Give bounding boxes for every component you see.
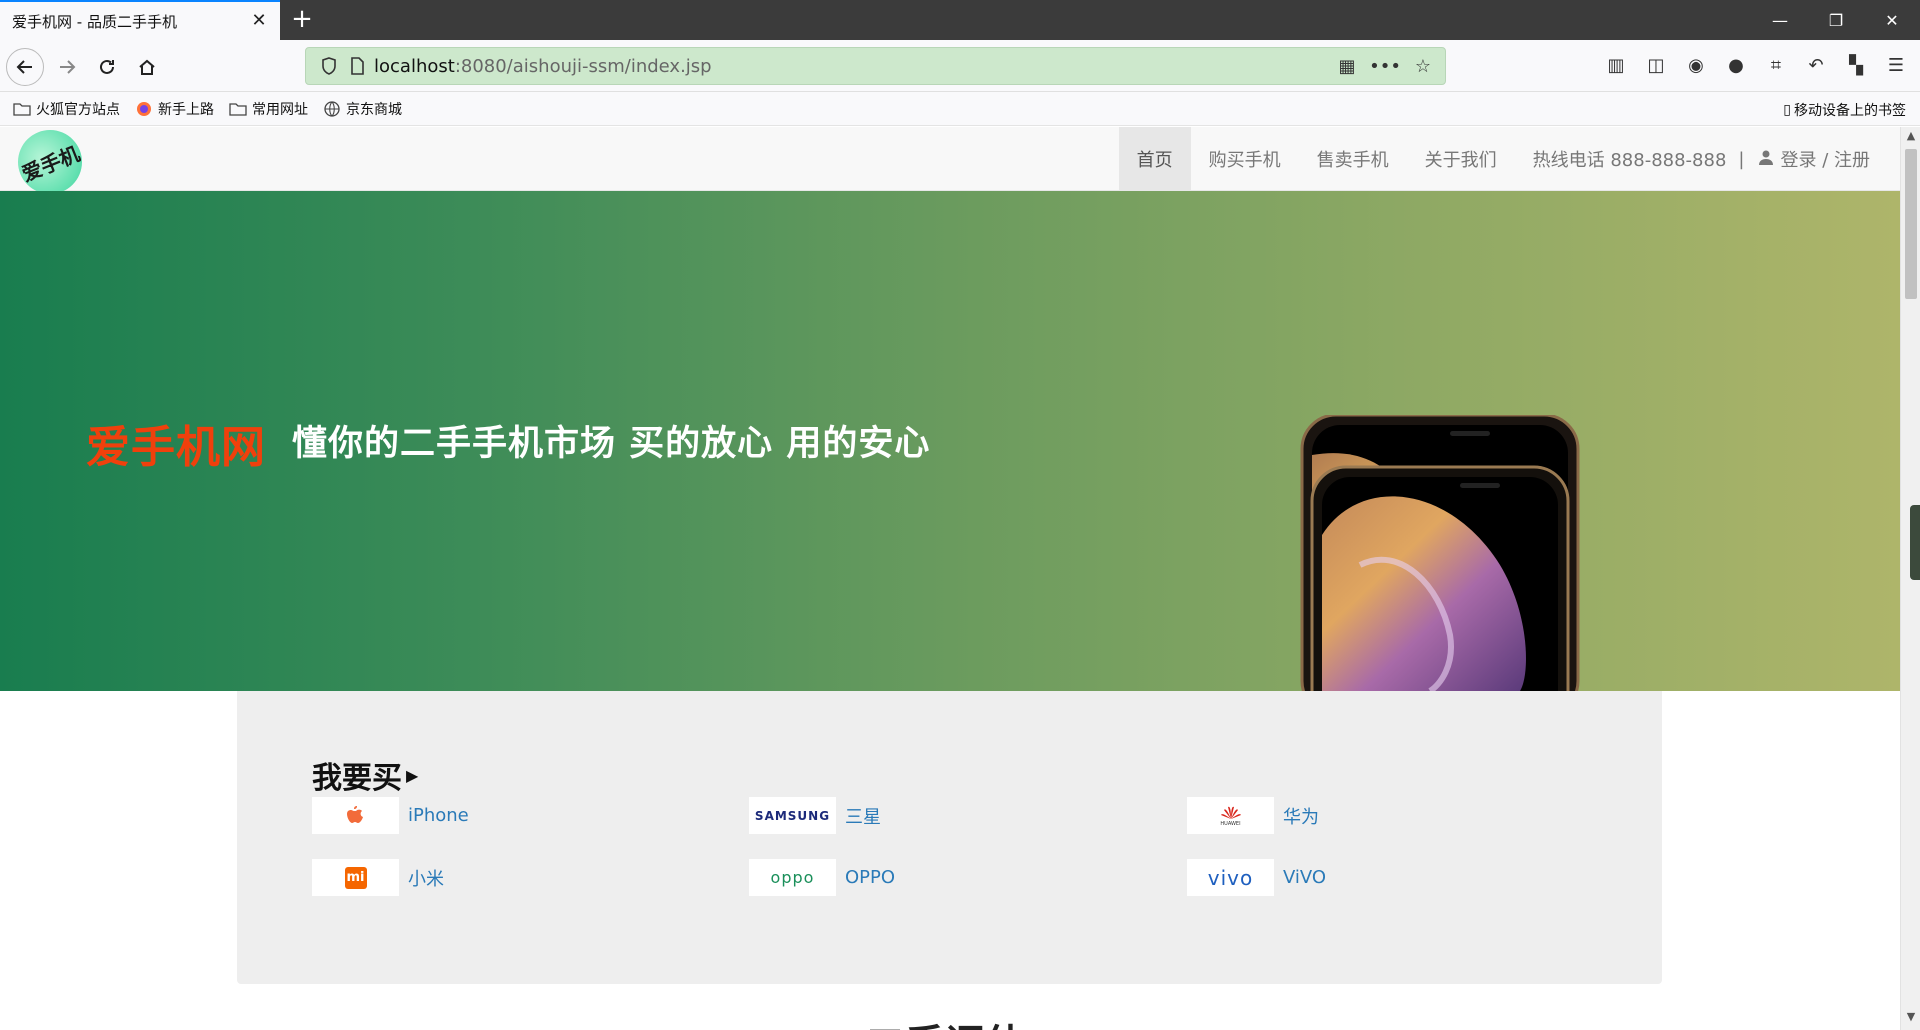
mobile-bookmarks[interactable]: ▯ 移动设备上的书签 (1783, 100, 1906, 120)
nav-hotline: 热线电话 888-888-888 (1532, 150, 1727, 171)
bookmark-item[interactable]: 京东商城 (322, 99, 402, 119)
qr-code-icon[interactable]: ▦ (1335, 54, 1359, 78)
brand-vivo[interactable]: vivo ViVO (1187, 859, 1326, 896)
account-icon[interactable]: ◉ (1682, 50, 1710, 80)
page-info-icon[interactable] (346, 55, 368, 77)
caret-right-icon: ▶ (406, 765, 419, 785)
brand-xiaomi[interactable]: mi 小米 (312, 859, 444, 896)
home-button[interactable] (128, 48, 166, 86)
brand-huawei[interactable]: HUAWEI 华为 (1187, 797, 1319, 834)
tab-title: 爱手机网 - 品质二手手机 (12, 12, 177, 31)
bookmark-item[interactable]: 常用网址 (228, 99, 308, 119)
vivo-logo: vivo (1187, 859, 1274, 896)
brand-samsung[interactable]: SAMSUNG 三星 (749, 797, 881, 834)
scrollbar-thumb[interactable] (1905, 149, 1917, 299)
home-icon (139, 59, 155, 75)
scroll-up-icon[interactable]: ▲ (1901, 129, 1920, 147)
folder-icon (12, 99, 32, 119)
minimize-icon[interactable]: — (1752, 0, 1808, 40)
user-icon (1758, 149, 1774, 170)
samsung-logo: SAMSUNG (749, 797, 836, 834)
url-host: localhost (374, 55, 455, 77)
brand-name: ViVO (1283, 867, 1327, 888)
menu-icon[interactable]: ☰ (1882, 50, 1910, 80)
address-bar[interactable]: localhost :8080/aishouji-ssm/index.jsp ▦… (305, 47, 1446, 85)
bookmark-label: 新手上路 (158, 101, 214, 118)
folder-icon (228, 99, 248, 119)
hero-banner: 爱手机网 懂你的二手手机市场 买的放心 用的安心 (0, 191, 1900, 691)
buy-section-title[interactable]: 我要买 ▶ (312, 753, 418, 797)
page-viewport: 爱手机 首页 购买手机 售卖手机 关于我们 热线电话 888-888-888 |… (0, 127, 1900, 1030)
site-header: 爱手机 首页 购买手机 售卖手机 关于我们 热线电话 888-888-888 |… (0, 127, 1900, 204)
nav-separator: | (1738, 148, 1745, 170)
chat-icon[interactable]: ● (1722, 50, 1750, 80)
brand-name: 华为 (1283, 806, 1319, 828)
apple-logo-icon (312, 797, 399, 834)
buy-title-text: 我要买 (312, 761, 402, 796)
buy-panel: 我要买 ▶ iPhone SAMSUNG 三星 HUAWEI 华为 mi 小米 … (237, 691, 1662, 984)
hero-slogan: 懂你的二手手机市场 买的放心 用的安心 (292, 424, 931, 464)
mi-logo-icon: mi (312, 859, 399, 896)
navigation-toolbar: localhost :8080/aishouji-ssm/index.jsp ▦… (0, 40, 1920, 92)
logo-text: 爱手机 (18, 141, 83, 186)
nav-buy[interactable]: 购买手机 (1191, 127, 1299, 191)
bookmark-item[interactable]: 新手上路 (134, 99, 214, 119)
login-label: 登录 / 注册 (1780, 150, 1870, 171)
forward-button[interactable] (48, 48, 86, 86)
iphone-image (1300, 415, 1580, 691)
nav-login[interactable]: 登录 / 注册 (1750, 127, 1888, 191)
nav-sell[interactable]: 售卖手机 (1299, 127, 1407, 191)
extensions-icon[interactable]: ▚ (1842, 50, 1870, 80)
more-actions-icon[interactable]: ••• (1369, 54, 1401, 78)
new-tab-icon[interactable]: + (286, 4, 318, 36)
bookmark-star-icon[interactable]: ☆ (1411, 54, 1435, 78)
bookmark-label: 火狐官方站点 (36, 101, 120, 118)
screenshot-icon[interactable]: ⌗ (1762, 50, 1790, 80)
nav-about[interactable]: 关于我们 (1407, 127, 1515, 191)
reload-button[interactable] (88, 48, 126, 86)
bookmark-item[interactable]: 火狐官方站点 (12, 99, 120, 119)
tab-bar: 爱手机网 - 品质二手手机 ✕ + — ❐ ✕ (0, 0, 1920, 40)
reload-icon (100, 59, 114, 74)
brand-name: OPPO (845, 867, 896, 888)
oppo-logo: oppo (749, 859, 836, 896)
bookmark-label: 常用网址 (252, 101, 308, 118)
back-button[interactable] (6, 48, 44, 86)
globe-icon (322, 99, 342, 119)
nav-home[interactable]: 首页 (1118, 127, 1191, 191)
library-icon[interactable]: ▥ (1602, 50, 1630, 80)
back-arrow-icon (16, 60, 32, 74)
mobile-bookmarks-label: 移动设备上的书签 (1794, 103, 1906, 119)
sidebar-icon[interactable]: ◫ (1642, 50, 1670, 80)
close-window-icon[interactable]: ✕ (1864, 0, 1920, 40)
mobile-device-icon: ▯ (1783, 102, 1791, 118)
site-nav: 首页 购买手机 售卖手机 关于我们 热线电话 888-888-888 | 登录 … (1118, 127, 1888, 191)
shield-icon[interactable] (318, 55, 340, 77)
firefox-icon (134, 99, 154, 119)
scroll-down-icon[interactable]: ▼ (1901, 1010, 1920, 1028)
toolbar-icons: ▥ ◫ ◉ ● ⌗ ↶ ▚ ☰ (1602, 50, 1910, 80)
brand-name: iPhone (408, 805, 469, 826)
active-tab[interactable]: 爱手机网 - 品质二手手机 ✕ (0, 0, 280, 40)
forward-arrow-icon (60, 60, 76, 74)
undo-icon[interactable]: ↶ (1802, 50, 1830, 80)
brand-name: 小米 (408, 868, 444, 890)
brand-oppo[interactable]: oppo OPPO (749, 859, 895, 896)
bookmark-label: 京东商城 (346, 101, 402, 118)
brand-iphone[interactable]: iPhone (312, 797, 469, 834)
bookmarks-bar: 火狐官方站点 新手上路 常用网址 京东商城 ▯ 移动设备上的书签 (0, 92, 1920, 126)
next-section-heading: 二手评估 (865, 1012, 1025, 1030)
close-tab-icon[interactable]: ✕ (250, 12, 268, 30)
restore-icon[interactable]: ❐ (1808, 0, 1864, 40)
huawei-logo-icon: HUAWEI (1187, 797, 1274, 834)
brand-name: 三星 (845, 806, 881, 828)
hero-brand: 爱手机网 (86, 422, 266, 473)
url-path: :8080/aishouji-ssm/index.jsp (454, 55, 712, 77)
side-panel-handle[interactable] (1910, 505, 1920, 580)
